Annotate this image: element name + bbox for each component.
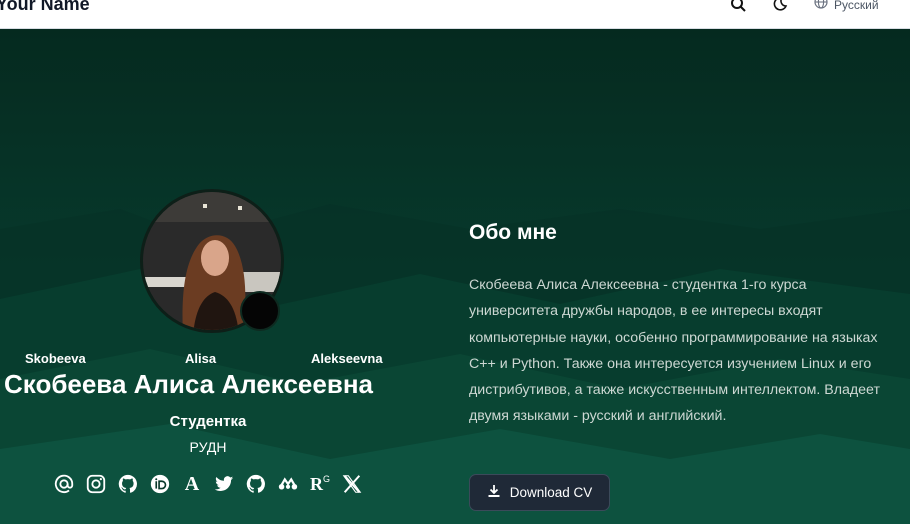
avatar-status-badge [240, 291, 280, 331]
twitter-icon[interactable] [212, 472, 236, 496]
download-cv-button[interactable]: Download CV [469, 474, 610, 511]
about-title: Обо мне [469, 221, 557, 244]
about-description: Скобеева Алиса Алексеевна - студентка 1-… [469, 277, 880, 425]
download-cv-label: Download CV [509, 485, 593, 500]
language-selector[interactable]: Русский [814, 0, 879, 14]
academia-icon[interactable]: A [180, 472, 204, 496]
github-icon[interactable] [116, 472, 140, 496]
researchgate-icon[interactable]: RG [308, 472, 332, 496]
social-links: A RG [52, 472, 364, 496]
instagram-icon[interactable] [84, 472, 108, 496]
site-brand[interactable]: Your Name [0, 0, 90, 15]
download-icon [487, 484, 501, 501]
orcid-icon[interactable] [148, 472, 172, 496]
search-icon[interactable] [729, 0, 747, 12]
profile-role: Студентка [169, 413, 247, 430]
name-part-given: Alisa [185, 351, 217, 366]
github-alt-icon[interactable] [244, 472, 268, 496]
globe-icon [814, 0, 828, 14]
hero-section: Skobeeva Alisa Alekseevna Скобеева Алиса… [0, 29, 910, 524]
top-navbar: Your Name Русский [0, 0, 910, 29]
name-part-patronymic: Alekseevna [311, 351, 383, 366]
profile-full-name: Скобеева Алиса Алексеевна [4, 369, 373, 399]
mendeley-icon[interactable] [276, 472, 300, 496]
name-part-surname: Skobeeva [25, 351, 86, 366]
email-icon[interactable] [52, 472, 76, 496]
x-icon[interactable] [340, 472, 364, 496]
language-label: Русский [834, 0, 879, 12]
profile-organization: РУДН [189, 439, 227, 455]
moon-icon[interactable] [771, 0, 789, 11]
